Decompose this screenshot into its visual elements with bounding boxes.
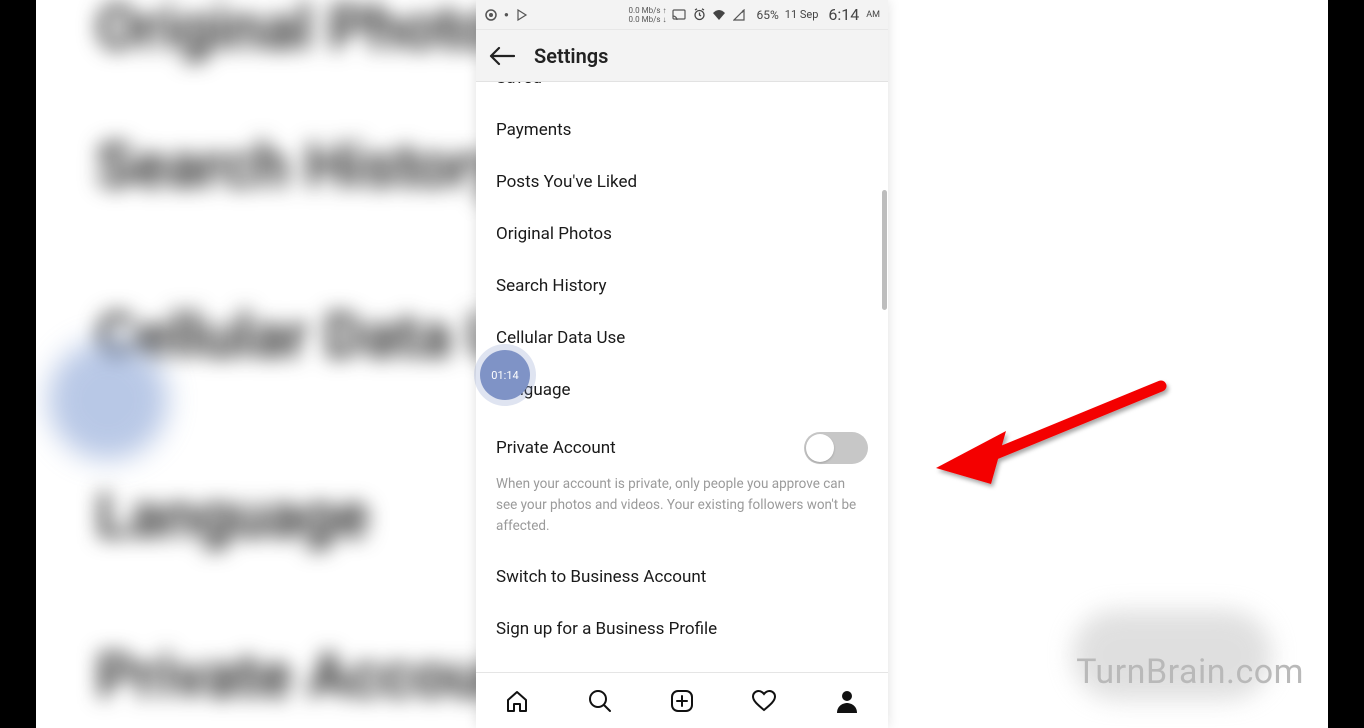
private-account-description: When your account is private, only peopl… — [476, 474, 888, 551]
nav-search[interactable] — [585, 686, 615, 716]
plus-square-icon — [669, 688, 695, 714]
battery-level: 65% — [756, 8, 778, 22]
statusbar-time: 6:14 — [828, 5, 859, 24]
settings-item-business-switch[interactable]: Switch to Business Account — [476, 551, 888, 603]
search-icon — [587, 688, 613, 714]
watermark: TurnBrain.com — [1076, 652, 1304, 692]
video-canvas: Original Photos Search History Cellular … — [36, 0, 1328, 728]
settings-item-search-history[interactable]: Search History — [476, 260, 888, 312]
record-icon — [484, 8, 498, 22]
bg-blur-text: Language — [96, 480, 369, 553]
settings-item-private-account[interactable]: Private Account — [476, 416, 888, 474]
dot-icon: ● — [504, 10, 509, 19]
statusbar-ampm: AM — [866, 10, 880, 20]
scrollbar-thumb[interactable] — [882, 190, 887, 310]
bg-blur-text: Original Photos — [96, 0, 524, 65]
bg-blur-text: Private Accoun — [96, 640, 518, 713]
nav-add[interactable] — [667, 686, 697, 716]
statusbar-date: 11 Sep — [785, 8, 819, 21]
settings-item-saved[interactable]: Saved — [476, 82, 888, 104]
back-button[interactable] — [488, 42, 516, 70]
header: Settings — [476, 30, 888, 82]
settings-item-original-photos[interactable]: Original Photos — [476, 208, 888, 260]
alarm-icon — [692, 8, 706, 22]
settings-item-business-signup[interactable]: Sign up for a Business Profile — [476, 603, 888, 655]
private-account-label: Private Account — [496, 438, 616, 458]
settings-scroll[interactable]: Saved Payments Posts You've Liked Origin… — [476, 82, 888, 672]
bg-blur-text: Search History — [96, 130, 505, 203]
arrow-left-icon — [489, 45, 515, 67]
nav-activity[interactable] — [749, 686, 779, 716]
settings-item-cellular-data[interactable]: Cellular Data Use — [476, 312, 888, 364]
page-title: Settings — [534, 44, 608, 68]
private-account-toggle[interactable] — [804, 432, 868, 464]
settings-item-language[interactable]: Language — [476, 364, 888, 416]
phone-frame: ● 0.0 Mb/s ↑ 0.0 Mb/s ↓ x 65% 11 Sep — [476, 0, 888, 728]
statusbar: ● 0.0 Mb/s ↑ 0.0 Mb/s ↓ x 65% 11 Sep — [476, 0, 888, 30]
play-store-icon — [515, 8, 529, 22]
bg-blur-circle — [48, 340, 168, 460]
bottom-nav — [476, 672, 888, 728]
nav-home[interactable] — [502, 686, 532, 716]
network-speed: 0.0 Mb/s ↑ 0.0 Mb/s ↓ — [629, 6, 667, 24]
settings-item-posts-liked[interactable]: Posts You've Liked — [476, 156, 888, 208]
settings-item-payments[interactable]: Payments — [476, 104, 888, 156]
person-icon — [835, 689, 859, 713]
nav-profile[interactable] — [832, 686, 862, 716]
video-timestamp-badge: 01:14 — [480, 350, 530, 400]
bg-blur-text: Cellular Data U — [96, 300, 508, 373]
home-icon — [504, 688, 530, 714]
annotation-arrow — [876, 376, 1176, 520]
heart-icon — [751, 688, 777, 714]
cast-icon — [672, 8, 686, 22]
toggle-knob — [806, 434, 834, 462]
wifi-icon — [712, 8, 726, 22]
signal-icon: x — [732, 8, 746, 22]
